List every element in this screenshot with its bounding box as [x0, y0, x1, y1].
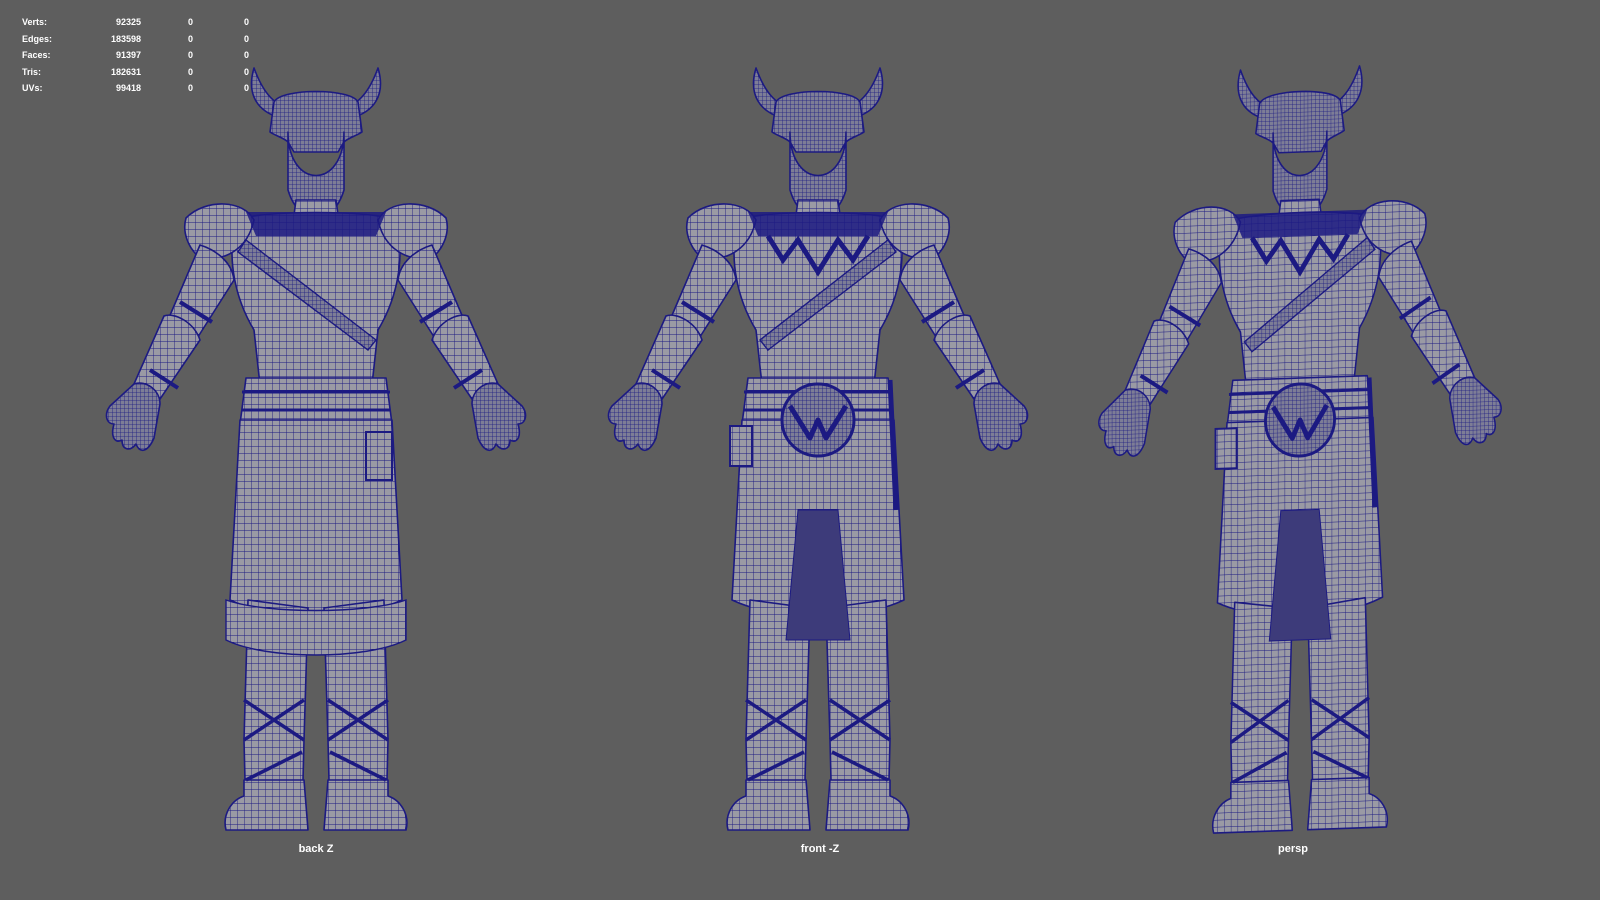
mesh-hand-l [607, 382, 663, 451]
mesh-helmet [269, 90, 363, 153]
hud-label: UVs: [22, 83, 43, 94]
character-wireframe-front[interactable] [578, 40, 1058, 860]
hud-label: Faces: [22, 50, 51, 61]
hud-value-selected: 0 [187, 17, 193, 27]
camera-label-front: front -Z [800, 843, 840, 855]
mesh-boot-l [726, 779, 811, 831]
character-wireframe-back[interactable] [76, 40, 556, 860]
mesh-collar [748, 212, 888, 236]
character-mesh [607, 67, 1029, 831]
mesh-belt [239, 377, 393, 425]
mesh-hand-r [471, 382, 527, 451]
mesh-collar [246, 212, 386, 236]
mesh-boot-r [825, 779, 910, 831]
persp-view-panel[interactable] [1060, 40, 1540, 860]
mesh-boot-l [1212, 779, 1294, 834]
mesh-hand-r [973, 382, 1029, 451]
front-view-panel[interactable] [578, 40, 1058, 860]
character-wireframe-persp[interactable] [1060, 40, 1540, 860]
mesh-pouch [729, 425, 753, 467]
mesh-boot-l [224, 779, 309, 831]
hud-label: Tris: [22, 66, 42, 77]
mesh-boot-r [1306, 776, 1388, 831]
character-mesh [1098, 65, 1502, 834]
mesh-pouch [1214, 427, 1238, 470]
hud-label: Verts: [22, 17, 48, 27]
mesh-pouch [365, 431, 393, 481]
mesh-boot-r [323, 779, 408, 831]
maya-viewport[interactable]: Verts: 92325 0 0 Edges: 183598 0 0 Faces… [0, 0, 1600, 900]
mesh-hand-r [1448, 376, 1502, 446]
mesh-hand-l [105, 382, 161, 451]
hud-value-component: 0 [243, 17, 249, 27]
mesh-hand-l [1098, 388, 1152, 457]
back-view-panel[interactable] [76, 40, 556, 860]
mesh-helmet [1255, 90, 1345, 154]
hud-label: Edges: [22, 33, 53, 44]
character-mesh [105, 67, 527, 831]
mesh-helmet [771, 90, 865, 153]
camera-label-persp: persp [1278, 843, 1308, 855]
hud-value: 92325 [115, 17, 141, 27]
hud-row-verts: Verts: 92325 0 0 [22, 14, 249, 31]
camera-label-back: back Z [298, 843, 334, 855]
